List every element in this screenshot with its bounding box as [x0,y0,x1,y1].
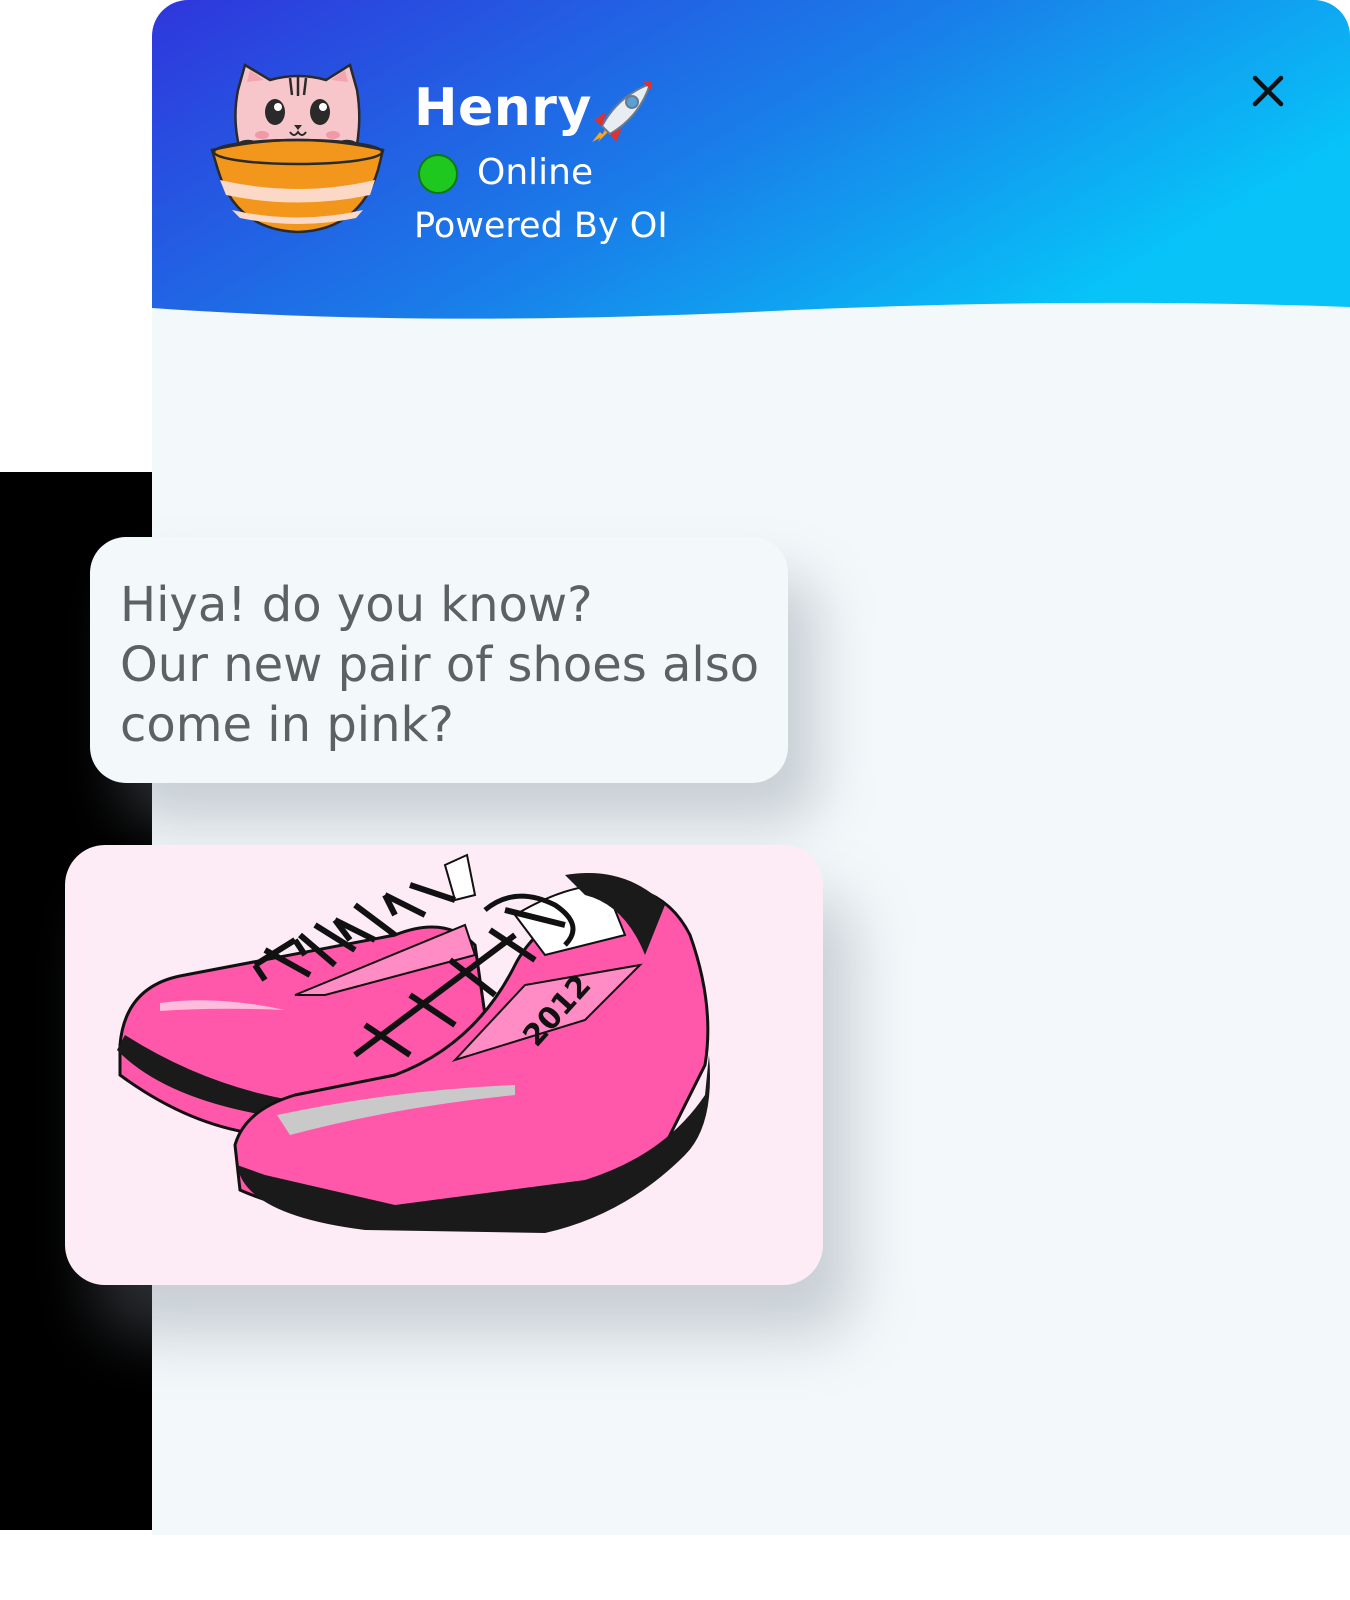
rocket-emoji-icon [592,82,652,142]
product-image-card[interactable]: 2012 [65,845,823,1285]
online-status-text: Online [477,152,594,193]
message-line: Our new pair of shoes also [120,637,760,693]
agent-name: Henry [414,78,592,138]
pink-sneakers-image: 2012 [117,853,710,1233]
powered-by-text: Powered By OI [414,206,668,246]
chat-message-bubble: Hiya! do you know? Our new pair of shoes… [90,537,788,783]
chat-header: Henry Online Powered By OI [152,0,1350,330]
close-icon[interactable] [1247,70,1289,112]
cat-avatar [210,63,385,234]
message-line: Hiya! do you know? [120,577,593,633]
online-status-indicator [418,154,458,194]
message-line: come in pink? [120,697,454,753]
